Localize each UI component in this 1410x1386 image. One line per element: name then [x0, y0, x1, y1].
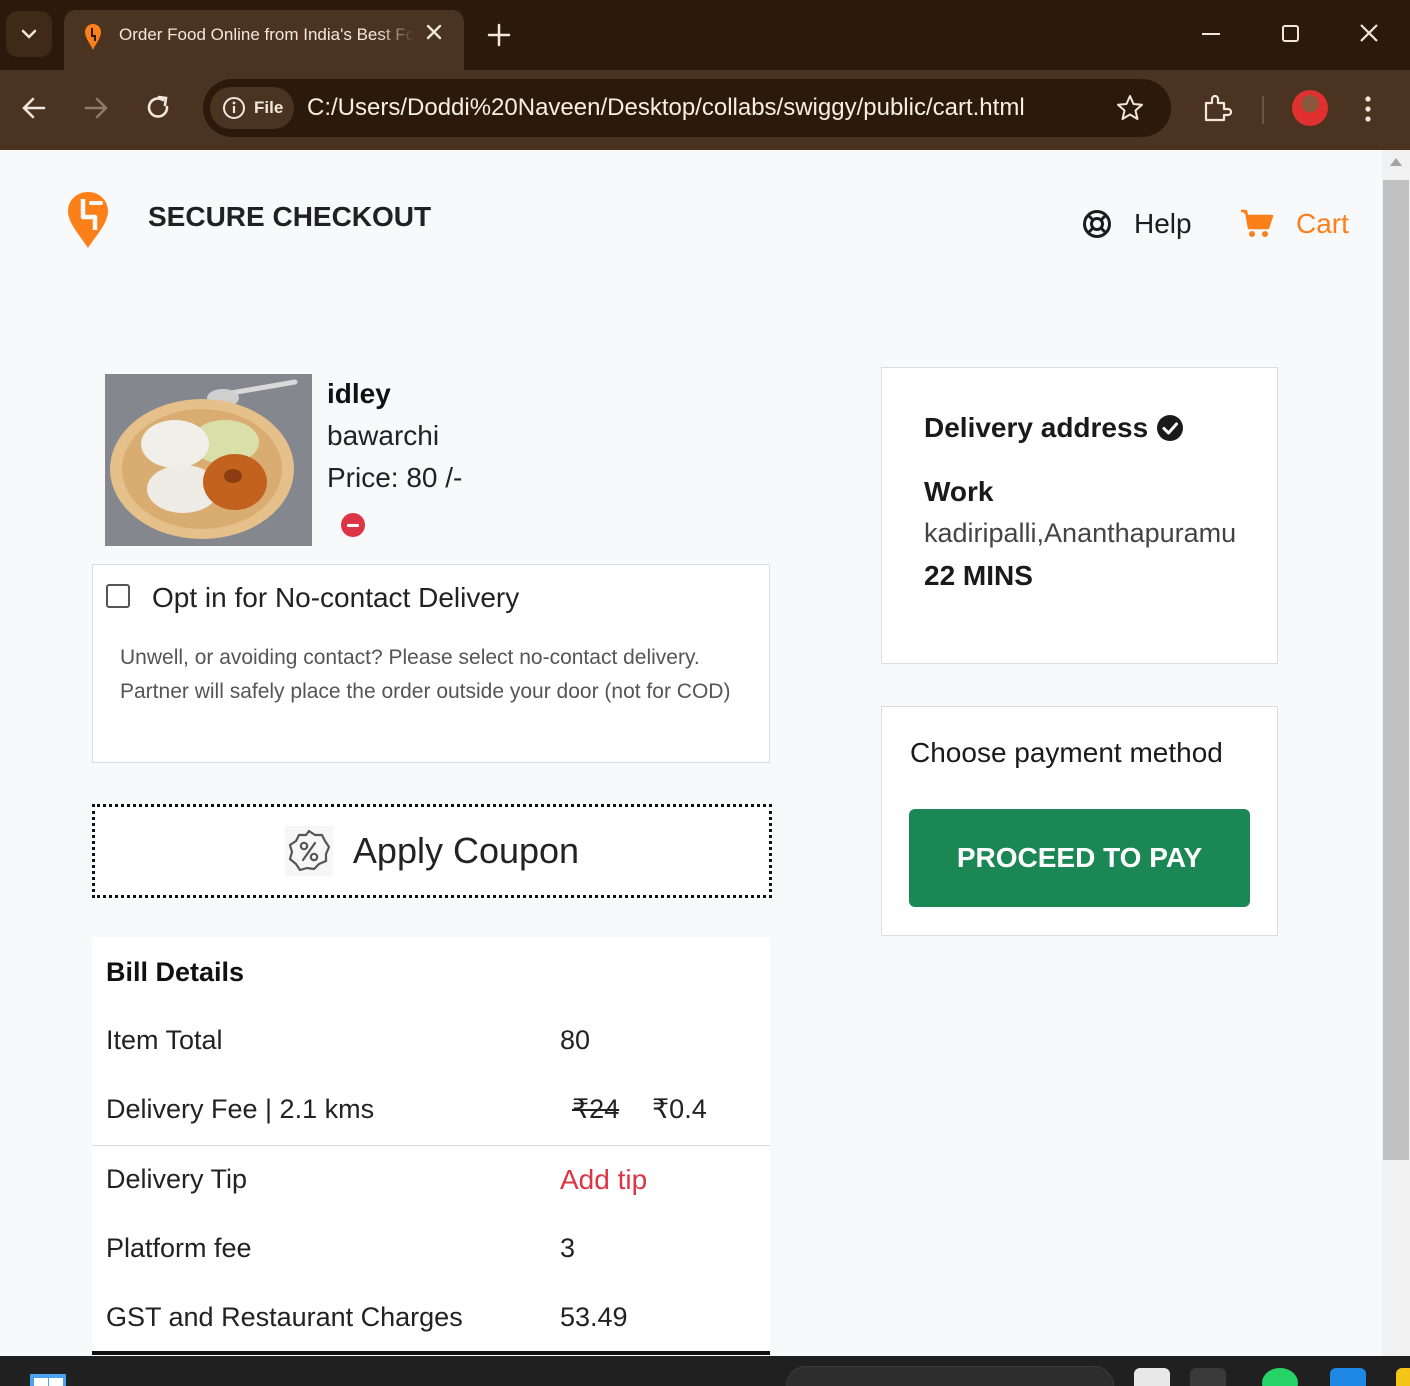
taskbar-app-icon[interactable] [1396, 1368, 1410, 1386]
no-contact-title[interactable]: Opt in for No-contact Delivery [152, 582, 519, 614]
remove-item-button[interactable] [341, 513, 365, 537]
chevron-down-icon [21, 29, 37, 39]
bill-row-platform-fee: Platform fee 3 [92, 1215, 770, 1284]
item-total-value: 80 [560, 1025, 591, 1055]
bill-row-gst: GST and Restaurant Charges 53.49 [92, 1284, 770, 1353]
delivery-address-heading: Delivery address [924, 412, 1184, 444]
proceed-to-pay-button[interactable]: PROCEED TO PAY [909, 809, 1250, 907]
close-tab-icon[interactable] [426, 24, 442, 40]
tab-title: Order Food Online from India's Best Food… [119, 25, 414, 44]
address-type: Work [924, 476, 994, 507]
maximize-icon[interactable] [1280, 22, 1302, 44]
minimize-icon[interactable] [1200, 22, 1222, 44]
payment-card: Choose payment method PROCEED TO PAY [881, 706, 1278, 936]
delivery-eta: 22 MINS [924, 560, 1033, 591]
cart-icon [1241, 209, 1274, 237]
close-window-icon[interactable] [1358, 22, 1380, 44]
bill-row-item-total: Item Total 80 [92, 1007, 770, 1076]
page-scrollbar[interactable] [1382, 150, 1410, 1356]
scroll-up-arrow-icon[interactable] [1390, 158, 1402, 166]
platform-fee-label: Platform fee [106, 1233, 252, 1263]
info-icon [223, 97, 245, 119]
delivery-tip-label: Delivery Tip [106, 1164, 248, 1194]
cart-label: Cart [1296, 208, 1349, 239]
forward-icon[interactable] [82, 94, 110, 122]
url-text[interactable]: C:/Users/Doddi%20Naveen/Desktop/collabs/… [307, 94, 1025, 122]
windows-start-icon[interactable] [30, 1374, 66, 1386]
delivery-fee-value: ₹0.4 [652, 1094, 707, 1124]
site-info-chip[interactable]: File [210, 87, 294, 129]
back-icon[interactable] [20, 94, 48, 122]
bill-row-delivery-fee: Delivery Fee | 2.1 kms ₹24 ₹0.4 [92, 1076, 770, 1146]
item-total-label: Item Total [106, 1025, 223, 1055]
bill-details-card: Bill Details Item Total 80 Delivery Fee … [92, 937, 770, 1356]
browser-tab-strip: Order Food Online from India's Best Food… [0, 0, 1410, 70]
apply-coupon-button[interactable]: Apply Coupon [92, 804, 772, 898]
no-contact-delivery-card: Opt in for No-contact Delivery Unwell, o… [92, 564, 770, 763]
address-line: kadiripalli,Ananthapuramu [924, 518, 1237, 548]
lifebuoy-icon [1083, 210, 1111, 238]
item-restaurant: bawarchi [327, 420, 440, 451]
minus-icon [347, 523, 359, 527]
help-link[interactable]: Help [1082, 208, 1192, 240]
site-chip-label: File [254, 98, 284, 117]
page-viewport: SECURE CHECKOUT Help Cart idley bawarchi… [0, 150, 1382, 1356]
add-tip-link[interactable]: Add tip [560, 1164, 647, 1196]
bill-row-delivery-tip: Delivery Tip Add tip [92, 1146, 770, 1215]
apply-coupon-label: Apply Coupon [352, 830, 580, 871]
page-title: SECURE CHECKOUT [148, 201, 432, 232]
item-price: Price: 80 /- [327, 462, 463, 493]
star-icon[interactable] [1116, 94, 1144, 122]
chrome-taskbar-icon[interactable] [1190, 1368, 1226, 1386]
payment-title: Choose payment method [910, 737, 1223, 768]
tab-search-button[interactable] [6, 11, 52, 57]
bill-details-title: Bill Details [106, 957, 245, 987]
delivery-address-card: Delivery address Work kadiripalli,Ananth… [881, 367, 1278, 664]
taskbar-search-box[interactable] [786, 1366, 1114, 1386]
profile-avatar[interactable] [1292, 90, 1328, 126]
coupon-percent-icon [284, 826, 333, 876]
whatsapp-icon[interactable] [1262, 1368, 1298, 1386]
cart-link[interactable]: Cart [1240, 208, 1349, 240]
plus-icon[interactable] [486, 22, 512, 48]
delivery-fee-original: ₹24 [572, 1094, 620, 1124]
vscode-icon[interactable] [1330, 1368, 1366, 1386]
extensions-icon[interactable] [1202, 93, 1232, 123]
address-bar[interactable]: File C:/Users/Doddi%20Naveen/Desktop/col… [203, 79, 1171, 137]
bill-divider [92, 1351, 770, 1355]
swiggy-favicon [85, 24, 101, 50]
no-contact-description: Unwell, or avoiding contact? Please sele… [120, 646, 731, 703]
swiggy-logo[interactable] [66, 190, 110, 250]
check-circle-icon [1157, 415, 1184, 441]
item-name: idley [327, 378, 391, 409]
reload-icon[interactable] [144, 94, 172, 122]
gst-value: 53.49 [560, 1302, 628, 1332]
more-menu-icon[interactable] [1362, 94, 1374, 124]
help-label: Help [1134, 208, 1192, 239]
browser-toolbar: File C:/Users/Doddi%20Naveen/Desktop/col… [0, 70, 1410, 150]
scrollbar-thumb[interactable] [1383, 180, 1409, 1160]
platform-fee-value: 3 [560, 1233, 576, 1263]
no-contact-checkbox[interactable] [106, 584, 130, 608]
food-image [105, 374, 312, 546]
delivery-fee-label: Delivery Fee | 2.1 kms [106, 1094, 375, 1124]
toolbar-separator [1262, 96, 1264, 124]
active-tab[interactable]: Order Food Online from India's Best Food… [64, 10, 464, 70]
delivery-address-title: Delivery address [924, 412, 1149, 443]
gst-label: GST and Restaurant Charges [106, 1302, 463, 1332]
file-explorer-icon[interactable] [1134, 1368, 1170, 1386]
os-taskbar [0, 1356, 1410, 1386]
